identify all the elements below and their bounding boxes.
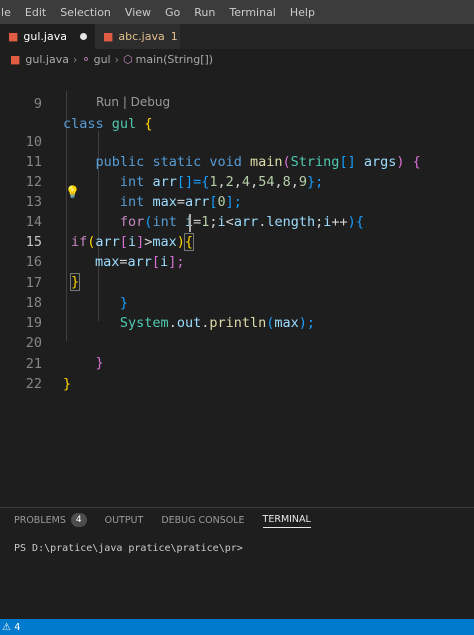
breadcrumb-class[interactable]: gul <box>94 53 111 66</box>
menu-selection[interactable]: Selection <box>53 6 118 19</box>
java-file-icon: ■ <box>10 52 21 66</box>
menu-bar: ile Edit Selection View Go Run Terminal … <box>0 0 474 24</box>
line-number: 9 <box>33 96 42 112</box>
tab-abc-java[interactable]: ■ abc.java 1 <box>95 24 180 49</box>
tab-debug-console[interactable]: DEBUG CONSOLE <box>161 515 244 528</box>
code-line: 20 } <box>0 313 474 371</box>
text-cursor <box>189 214 191 232</box>
code-line-current: 15 max=arr[i]; <box>0 212 474 270</box>
bottom-panel: PROBLEMS 4 OUTPUT DEBUG CONSOLE TERMINAL… <box>0 507 474 620</box>
status-bar: ⚠ 4 <box>0 619 474 635</box>
breadcrumb: ■ gul.java › ⚬ gul › ⬡ main(String[]) <box>0 49 474 69</box>
problem-count-badge: 1 <box>170 30 178 43</box>
code-line: 18 System.out.println(max); <box>0 273 474 331</box>
line-number: 22 <box>25 376 42 392</box>
menu-run[interactable]: Run <box>187 6 222 19</box>
vscode-window: ile Edit Selection View Go Run Terminal … <box>0 0 474 635</box>
menu-file[interactable]: ile <box>0 6 18 19</box>
chevron-right-icon: › <box>114 52 120 66</box>
class-symbol-icon: ⚬ <box>81 52 91 66</box>
code-line: 10 public static void main(String[] args… <box>0 112 474 170</box>
tab-output[interactable]: OUTPUT <box>105 515 144 528</box>
tab-label: abc.java <box>118 30 165 43</box>
panel-tabs: PROBLEMS 4 OUTPUT DEBUG CONSOLE TERMINAL <box>0 508 474 534</box>
warnings-status[interactable]: ⚠ 4 <box>2 622 21 633</box>
java-file-icon: ■ <box>8 30 19 43</box>
menu-go[interactable]: Go <box>158 6 187 19</box>
code-line: 21 } <box>0 334 474 392</box>
tab-gul-java[interactable]: ■ gul.java <box>0 24 95 49</box>
code-line: 19 <box>0 293 474 331</box>
breadcrumb-method[interactable]: main(String[]) <box>136 53 213 66</box>
problems-count-badge: 4 <box>70 513 87 527</box>
code-line: 17 } <box>0 253 474 311</box>
lightbulb-icon[interactable]: 💡 <box>65 185 80 199</box>
code-line: 9 class gul { <box>0 74 474 132</box>
tab-terminal[interactable]: TERMINAL <box>262 514 311 528</box>
terminal-prompt[interactable]: PS D:\pratice\java pratice\pratice\pr> <box>14 543 243 554</box>
tab-label: gul.java <box>23 30 67 43</box>
tab-label: PROBLEMS <box>14 514 66 526</box>
code-line: 16 } <box>0 232 474 291</box>
code-line: 22 <box>0 354 474 392</box>
menu-terminal[interactable]: Terminal <box>222 6 283 19</box>
menu-help[interactable]: Help <box>283 6 322 19</box>
unsaved-dot-icon[interactable] <box>80 33 87 40</box>
chevron-right-icon: › <box>72 52 78 66</box>
breadcrumb-file[interactable]: gul.java <box>25 53 69 66</box>
menu-view[interactable]: View <box>118 6 158 19</box>
java-file-icon: ■ <box>103 30 114 43</box>
method-symbol-icon: ⬡ <box>123 52 133 66</box>
code-editor[interactable]: Run | Debug 9 class gul { 10 public stat… <box>0 69 474 499</box>
token: } <box>63 376 72 392</box>
editor-tab-bar: ■ gul.java ■ abc.java 1 <box>0 24 474 49</box>
tab-problems[interactable]: PROBLEMS 4 <box>14 513 87 529</box>
code-line: 11 int arr[]={1,2,4,54,8,9}; <box>0 132 474 190</box>
codelens-run-debug[interactable]: Run | Debug <box>96 95 170 109</box>
code-line: 12 int max=arr[0]; <box>0 152 474 210</box>
menu-edit[interactable]: Edit <box>18 6 53 19</box>
